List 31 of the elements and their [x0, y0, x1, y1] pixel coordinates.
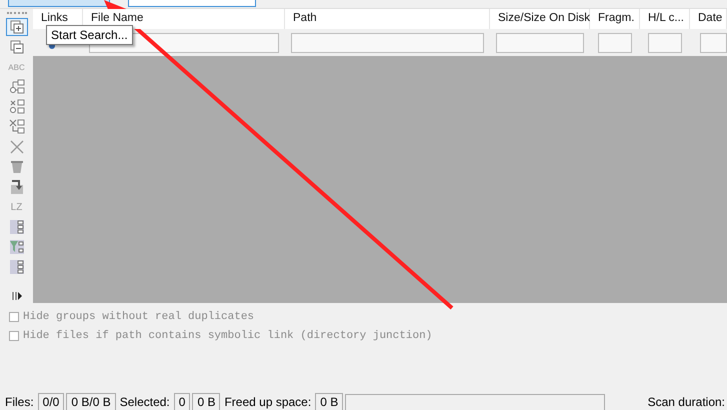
tree-checkbox-icon: [8, 79, 24, 95]
expand-arrow-icon[interactable]: [12, 292, 22, 300]
status-value: 0 B/0 B: [66, 393, 116, 410]
filter-field[interactable]: [648, 32, 682, 52]
trash-icon: [8, 159, 24, 175]
checkbox-label: Hide files if path contains symbolic link (directory junction): [23, 330, 432, 342]
move-icon: [8, 179, 24, 195]
status-value: 0 B: [315, 393, 344, 410]
status-label: Files:: [4, 394, 35, 410]
collapse-groups-icon: [8, 39, 24, 55]
status-value: 0: [174, 393, 190, 410]
status-label: Scan duration:: [646, 394, 726, 410]
tree-checkbox-icon: [8, 119, 24, 135]
checkbox-label: Hide groups without real duplicates: [23, 311, 254, 323]
close-icon: [8, 139, 24, 155]
filter-field[interactable]: [291, 32, 484, 52]
status-label: Freed up space:: [223, 394, 312, 410]
toolbar-field[interactable]: [128, 0, 256, 7]
filter-field[interactable]: [598, 32, 632, 52]
tree-checkbox-icon: [8, 99, 24, 115]
status-value: 0 B: [192, 393, 220, 410]
checklist-icon: [8, 219, 24, 235]
filter-field[interactable]: [700, 32, 727, 52]
filter-icon: [8, 239, 24, 255]
list-icon: [8, 259, 24, 275]
status-label: Selected:: [118, 394, 171, 410]
expand-groups-icon: [8, 19, 24, 35]
toolbar-button[interactable]: [6, 18, 28, 36]
tooltip: Start Search...: [46, 25, 133, 45]
filter-field[interactable]: [496, 32, 584, 52]
status-value: 0/0: [38, 393, 64, 410]
